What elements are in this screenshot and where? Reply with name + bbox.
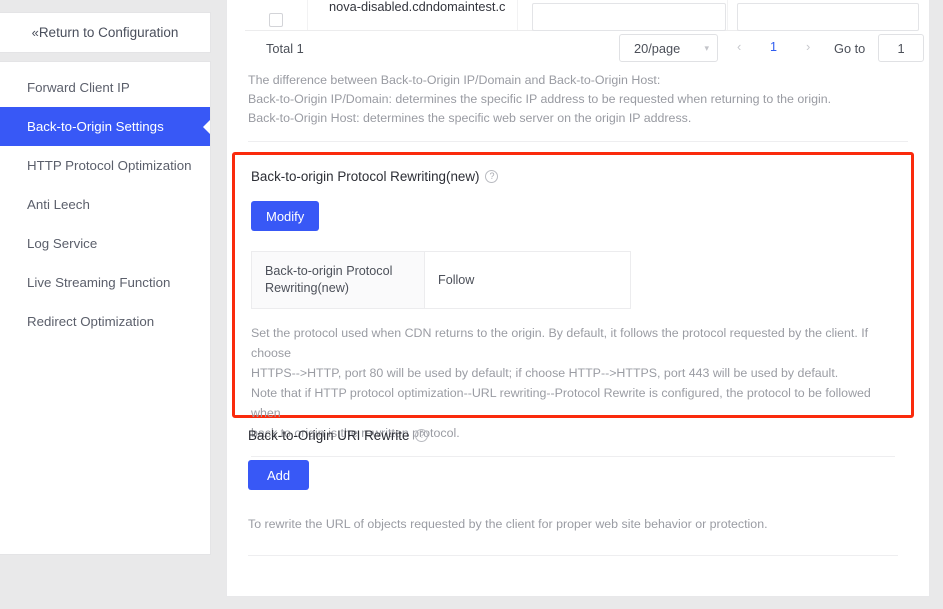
description-line-3: Note that if HTTP protocol optimization-… — [251, 386, 871, 420]
sidebar-item-http-protocol-optimization[interactable]: HTTP Protocol Optimization — [0, 146, 210, 185]
add-button-wrapper: Add — [248, 460, 914, 490]
table-row: Back-to-origin Protocol Rewriting(new) F… — [251, 251, 631, 309]
page-size-select[interactable]: 20/page ▾ — [619, 34, 718, 62]
description-line-2: HTTPS-->HTTP, port 80 will be used by de… — [251, 366, 839, 380]
back-to-origin-note: The difference between Back-to-Origin IP… — [227, 67, 929, 128]
uri-rewrite-title: Back-to-Origin URI Rewrite ? — [248, 428, 914, 443]
total-count-label: Total 1 — [266, 41, 304, 56]
double-chevron-left-icon: « — [31, 25, 39, 40]
add-button[interactable]: Add — [248, 460, 310, 490]
sidebar-item-live-streaming-function[interactable]: Live Streaming Function — [0, 263, 210, 302]
sidebar-item-redirect-optimization[interactable]: Redirect Optimization — [0, 302, 210, 341]
table-cell-divider — [517, 0, 518, 30]
note-line-2: Back-to-Origin IP/Domain: determines the… — [248, 92, 832, 106]
section-divider — [248, 141, 908, 142]
page-number-1[interactable]: 1 — [770, 40, 777, 54]
back-to-origin-ip-domain-input[interactable] — [532, 3, 726, 31]
uri-rewrite-section: Back-to-Origin URI Rewrite ? Add To rewr… — [232, 428, 914, 556]
sidebar-item-back-to-origin-settings[interactable]: Back-to-Origin Settings — [0, 107, 210, 146]
goto-page-input[interactable]: 1 — [878, 34, 924, 62]
uri-rewrite-title-text: Back-to-Origin URI Rewrite — [248, 428, 410, 443]
question-circle-icon[interactable]: ? — [415, 429, 429, 442]
note-line-3: Back-to-Origin Host: determines the spec… — [248, 111, 692, 125]
return-to-configuration-button[interactable]: « Return to Configuration — [0, 12, 211, 53]
section-divider — [248, 555, 898, 556]
sidebar-item-label: Live Streaming Function — [27, 275, 171, 290]
previous-page-button[interactable]: ‹ — [737, 39, 741, 54]
protocol-rewriting-title-text: Back-to-origin Protocol Rewriting(new) — [251, 169, 480, 184]
protocol-rewriting-section-highlight: Back-to-origin Protocol Rewriting(new) ?… — [232, 152, 914, 457]
table-cell-divider — [727, 0, 728, 30]
table-row: nova-disabled.cdndomaintest.c — [245, 0, 919, 31]
main-content-panel: nova-disabled.cdndomaintest.c Total 1 20… — [226, 0, 930, 597]
protocol-rewriting-title: Back-to-origin Protocol Rewriting(new) ? — [251, 169, 911, 184]
protocol-rewriting-table-wrapper: Back-to-origin Protocol Rewriting(new) F… — [251, 251, 911, 309]
sidebar-menu: Forward Client IP Back-to-Origin Setting… — [0, 61, 211, 555]
protocol-rewriting-key-cell: Back-to-origin Protocol Rewriting(new) — [251, 251, 425, 309]
page-size-value: 20/page — [634, 40, 681, 56]
sidebar-item-label: HTTP Protocol Optimization — [27, 158, 192, 173]
modify-button-wrapper: Modify — [251, 201, 911, 231]
row-select-checkbox[interactable] — [269, 13, 283, 27]
note-line-1: The difference between Back-to-Origin IP… — [248, 73, 661, 87]
modify-button[interactable]: Modify — [251, 201, 320, 231]
table-fragment-wrapper: nova-disabled.cdndomaintest.c Total 1 20… — [227, 0, 929, 67]
pagination-bar: Total 1 20/page ▾ ‹ 1 › Go to 1 — [245, 31, 924, 67]
left-column: « Return to Configuration Forward Client… — [0, 0, 211, 609]
sidebar-item-label: Anti Leech — [27, 197, 90, 212]
sidebar-item-label: Forward Client IP — [27, 80, 130, 95]
return-to-configuration-label: Return to Configuration — [38, 25, 179, 40]
table-cell-divider — [307, 0, 308, 30]
sidebar-item-log-service[interactable]: Log Service — [0, 224, 210, 263]
protocol-rewriting-description: Set the protocol used when CDN returns t… — [251, 323, 895, 443]
next-page-button[interactable]: › — [806, 39, 810, 54]
sidebar-item-anti-leech[interactable]: Anti Leech — [0, 185, 210, 224]
sidebar-item-label: Back-to-Origin Settings — [27, 119, 164, 134]
uri-rewrite-description: To rewrite the URL of objects requested … — [248, 517, 768, 531]
sidebar-item-forward-client-ip[interactable]: Forward Client IP — [0, 68, 210, 107]
chevron-down-icon: ▾ — [704, 42, 709, 53]
sidebar-item-label: Log Service — [27, 236, 98, 251]
domain-name-cell: nova-disabled.cdndomaintest.c — [329, 0, 506, 14]
protocol-rewriting-table: Back-to-origin Protocol Rewriting(new) F… — [251, 251, 631, 309]
goto-label: Go to — [834, 41, 866, 56]
back-to-origin-host-input[interactable] — [737, 3, 919, 31]
sidebar-item-label: Redirect Optimization — [27, 314, 155, 329]
description-line-1: Set the protocol used when CDN returns t… — [251, 326, 869, 360]
question-circle-icon[interactable]: ? — [485, 170, 499, 183]
app-root: « Return to Configuration Forward Client… — [0, 0, 943, 609]
protocol-rewriting-value-cell: Follow — [424, 251, 631, 309]
